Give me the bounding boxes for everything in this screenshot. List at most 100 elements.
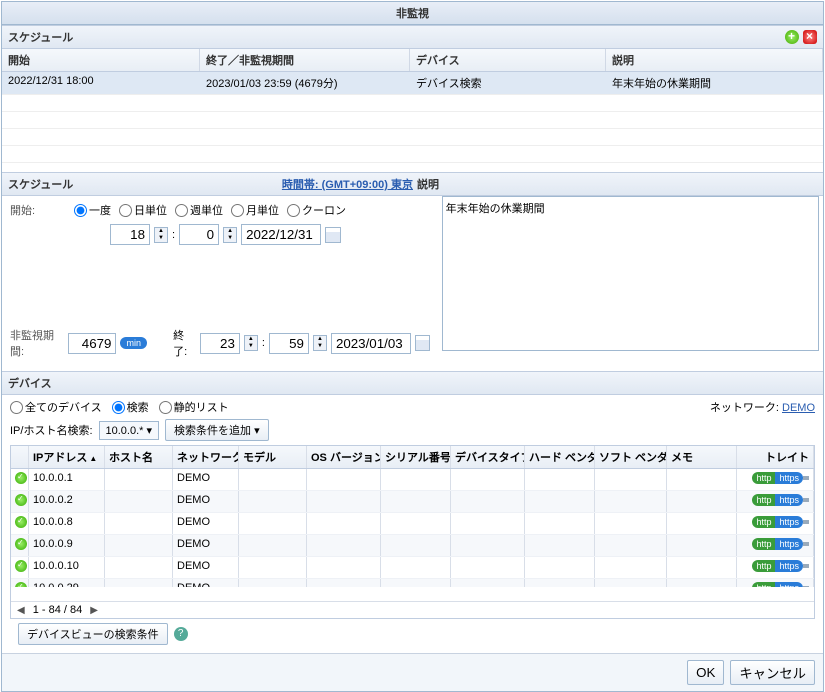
col-device[interactable]: デバイス: [410, 49, 606, 71]
end-min-input[interactable]: [269, 333, 309, 354]
device-table-body[interactable]: 10.0.0.1DEMOhttphttps10.0.0.2DEMOhttphtt…: [11, 469, 814, 587]
device-scope-radio-group: 全てのデバイス 検索 静的リスト: [10, 399, 229, 415]
radio-search[interactable]: 検索: [112, 399, 149, 415]
cell-end: 2023/01/03 23:59 (4679分): [200, 72, 410, 94]
status-ok-icon: [15, 538, 27, 550]
radio-daily[interactable]: 日単位: [119, 202, 167, 218]
dialog-footer: OK キャンセル: [2, 653, 823, 691]
status-ok-icon: [15, 582, 27, 587]
end-hour-stepper[interactable]: ▲▼: [244, 335, 258, 351]
cell-ip: 10.0.0.8: [29, 513, 105, 534]
device-header: デバイス: [2, 371, 823, 395]
add-icon[interactable]: [785, 30, 799, 44]
table-row[interactable]: 10.0.0.29 DEMO httphttps: [11, 579, 814, 587]
network-link[interactable]: DEMO: [782, 402, 815, 414]
col-os[interactable]: OS バージョン: [307, 446, 381, 468]
delete-icon[interactable]: [803, 30, 817, 44]
start-min-stepper[interactable]: ▲▼: [223, 227, 237, 243]
end-date-input[interactable]: [331, 333, 411, 354]
col-memo[interactable]: メモ: [667, 446, 737, 468]
table-row[interactable]: 10.0.0.1DEMOhttphttps: [11, 469, 814, 491]
table-row[interactable]: 10.0.0.2DEMOhttphttps: [11, 491, 814, 513]
https-badge: https: [775, 582, 803, 587]
device-table: IPアドレス▲ ホスト名 ネットワーク モデル OS バージョン シリアル番号 …: [10, 445, 815, 619]
col-sw[interactable]: ソフト ベンダ...: [595, 446, 667, 468]
help-icon[interactable]: ?: [174, 627, 188, 641]
col-status[interactable]: [11, 446, 29, 468]
col-net[interactable]: ネットワーク: [173, 446, 239, 468]
start-date-input[interactable]: [241, 224, 321, 245]
radio-static[interactable]: 静的リスト: [159, 399, 229, 415]
start-hour-stepper[interactable]: ▲▼: [154, 227, 168, 243]
http-badge: http: [752, 538, 775, 550]
schedule-list-title: スケジュール: [8, 29, 73, 45]
pager-next-icon[interactable]: ▶: [90, 605, 98, 616]
ok-button[interactable]: OK: [687, 660, 724, 685]
horizontal-scrollbar[interactable]: [11, 587, 814, 601]
recurrence-radio-group: 一度 日単位 週単位 月単位 クーロン: [74, 202, 346, 218]
end-hour-input[interactable]: [200, 333, 240, 354]
table-row[interactable]: 10.0.0.8DEMOhttphttps: [11, 513, 814, 535]
pager-text: 1 - 84 / 84: [33, 604, 83, 616]
radio-all-devices[interactable]: 全てのデバイス: [10, 399, 102, 415]
radio-once[interactable]: 一度: [74, 202, 111, 218]
table-row[interactable]: 10.0.0.9DEMOhttphttps: [11, 535, 814, 557]
table-row[interactable]: 10.0.0.10DEMOhttphttps: [11, 557, 814, 579]
radio-cron[interactable]: クーロン: [287, 202, 346, 218]
cell-trait: httphttps: [737, 557, 814, 578]
schedule-row-empty: [2, 146, 823, 163]
http-badge: http: [752, 472, 775, 484]
col-ip[interactable]: IPアドレス▲: [29, 446, 105, 468]
cell-host: [105, 557, 173, 578]
desc-edit-title: 説明: [417, 179, 439, 191]
cancel-button[interactable]: キャンセル: [730, 660, 815, 685]
pager-prev-icon[interactable]: ◀: [17, 605, 25, 616]
cell-trait: httphttps: [737, 579, 814, 587]
calendar-icon[interactable]: [325, 227, 341, 243]
col-host[interactable]: ホスト名: [105, 446, 173, 468]
col-end[interactable]: 終了／非監視期間: [200, 49, 410, 71]
col-type[interactable]: デバイスタイプ: [451, 446, 525, 468]
cell-net: DEMO: [173, 557, 239, 578]
radio-monthly[interactable]: 月単位: [231, 202, 279, 218]
col-serial[interactable]: シリアル番号: [381, 446, 451, 468]
cell-trait: httphttps: [737, 535, 814, 556]
cell-host: [105, 491, 173, 512]
status-ok-icon: [15, 494, 27, 506]
cell-net: DEMO: [173, 579, 239, 587]
end-min-stepper[interactable]: ▲▼: [313, 335, 327, 351]
calendar-icon[interactable]: [415, 335, 430, 351]
col-model[interactable]: モデル: [239, 446, 307, 468]
radio-weekly[interactable]: 週単位: [175, 202, 223, 218]
http-badge: http: [752, 560, 775, 572]
status-ok-icon: [15, 516, 27, 528]
add-condition-button[interactable]: 検索条件を追加 ▾: [165, 419, 269, 441]
search-value-dropdown[interactable]: 10.0.0.* ▾: [99, 421, 160, 440]
device-table-header: IPアドレス▲ ホスト名 ネットワーク モデル OS バージョン シリアル番号 …: [11, 446, 814, 469]
cell-trait: httphttps: [737, 513, 814, 534]
cell-desc: 年末年始の休業期間: [606, 72, 823, 94]
col-desc[interactable]: 説明: [606, 49, 823, 71]
end-label: 終了:: [173, 327, 196, 359]
timezone-link[interactable]: 時間帯: (GMT+09:00) 東京: [282, 176, 413, 192]
schedule-form: 開始: 一度 日単位 週単位 月単位 クーロン ▲▼ : ▲▼: [2, 196, 438, 371]
start-label: 開始:: [10, 202, 70, 218]
schedule-row-empty: [2, 112, 823, 129]
cell-ip: 10.0.0.29: [29, 579, 105, 587]
col-start[interactable]: 開始: [2, 49, 200, 71]
schedule-row[interactable]: 2022/12/31 18:00 2023/01/03 23:59 (4679分…: [2, 72, 823, 95]
schedule-grid-header: 開始 終了／非監視期間 デバイス 説明: [2, 49, 823, 72]
start-min-input[interactable]: [179, 224, 219, 245]
status-ok-icon: [15, 472, 27, 484]
https-badge: https: [775, 516, 803, 528]
http-badge: http: [752, 516, 775, 528]
duration-input[interactable]: [68, 333, 116, 354]
description-textarea[interactable]: 年末年始の休業期間: [442, 196, 819, 351]
col-hw[interactable]: ハード ベンダ...: [525, 446, 595, 468]
https-badge: https: [775, 538, 803, 550]
schedule-edit-title: スケジュール: [8, 176, 73, 192]
http-badge: http: [752, 494, 775, 506]
start-hour-input[interactable]: [110, 224, 150, 245]
cell-ip: 10.0.0.2: [29, 491, 105, 512]
col-trait[interactable]: トレイト: [737, 446, 814, 468]
